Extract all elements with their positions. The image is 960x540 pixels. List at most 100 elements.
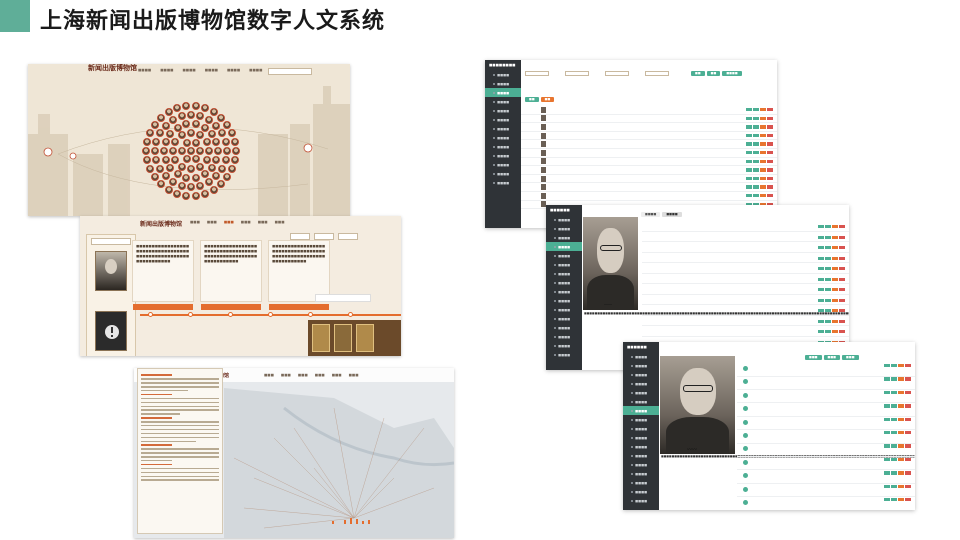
timeline-node[interactable] [268,312,273,317]
row-action-button[interactable] [884,404,890,408]
edit-button[interactable]: ■■■ [823,354,841,360]
figure-bubble[interactable] [205,147,213,155]
row-action-button[interactable] [832,298,838,302]
figure-bubble[interactable] [161,137,170,146]
sidebar-item[interactable]: ■■■■ [485,97,521,106]
row-action-button[interactable] [905,404,911,408]
table-row[interactable] [737,417,915,431]
figure-bubble[interactable] [200,123,209,132]
figure-bubble[interactable] [214,147,222,155]
sidebar-item[interactable]: ■■■■ [546,260,582,269]
figure-bubble[interactable] [173,123,182,132]
row-action-button[interactable] [905,377,911,381]
row-action-button[interactable] [898,484,904,488]
row-action-button[interactable] [832,319,838,323]
row-action-button[interactable] [746,151,752,155]
row-action-button[interactable] [898,457,904,462]
figure-bubble[interactable] [166,129,175,138]
delete-button[interactable]: ■■ [540,96,555,102]
sidebar-item[interactable]: ■■■■ [623,352,659,361]
timeline-node[interactable] [228,312,233,317]
figure-bubble[interactable] [169,147,177,155]
row-action-button[interactable] [818,235,824,239]
figure-bubble[interactable] [232,147,240,155]
filter-select[interactable] [290,233,310,240]
row-action-button[interactable] [905,417,911,421]
row-action-button[interactable] [891,484,897,488]
row-action-button[interactable] [746,125,752,129]
row-action-button[interactable] [753,194,759,198]
row-action-button[interactable] [898,377,904,381]
row-action-button[interactable] [746,168,752,172]
timeline-node[interactable] [188,312,193,317]
figure-bubble[interactable] [223,120,232,129]
export-button[interactable]: ■■■■ [722,70,742,76]
table-row[interactable] [642,255,849,264]
sidebar-item-active[interactable]: ■■■■ [485,88,521,97]
figure-bubble[interactable] [142,147,150,155]
figure-bubble[interactable] [166,164,175,173]
table-row[interactable] [642,265,849,274]
row-action-button[interactable] [839,319,845,323]
row-action-button[interactable] [818,309,824,313]
row-action-button[interactable] [767,151,773,155]
row-action-button[interactable] [760,159,766,164]
row-action-button[interactable] [760,125,766,129]
row-action-button[interactable] [818,225,824,229]
figure-bubble[interactable] [205,178,213,187]
sidebar-item[interactable]: ■■■■ [623,415,659,424]
row-action-button[interactable] [767,168,773,172]
figure-bubble[interactable] [209,185,218,194]
sidebar-item[interactable]: ■■■■ [546,323,582,332]
row-action-button[interactable] [898,498,904,502]
figure-bubble[interactable] [191,191,200,200]
sidebar-item[interactable]: ■■■■ [485,106,521,115]
nav-item[interactable]: ■■■■ [249,68,262,72]
row-action-button[interactable] [832,235,838,239]
nav-item[interactable]: ■■■ [207,220,217,224]
row-action-button[interactable] [884,364,890,368]
row-action-button[interactable] [760,108,766,112]
row-action-button[interactable] [884,377,890,381]
table-row[interactable] [521,123,777,132]
site-logo[interactable]: 新闻出版博物馆 [140,219,182,228]
sidebar-item[interactable]: ■■■■ [485,169,521,178]
figure-bubble[interactable] [187,129,195,137]
export-button[interactable]: ■■■ [842,354,859,360]
nav-item[interactable]: ■■■ [281,373,291,377]
nav-item[interactable]: ■■■ [241,220,251,224]
figure-bubble[interactable] [209,108,218,117]
figure-bubble[interactable] [218,165,227,173]
figure-bubble[interactable] [178,131,186,140]
figure-bubble[interactable] [161,156,170,165]
nav-item[interactable]: ■■■ [298,373,308,377]
table-row[interactable] [642,244,849,253]
row-action-button[interactable] [818,246,824,250]
row-action-button[interactable] [753,151,759,155]
timeline-card[interactable]: ■■■■■■■■■■■■■■■■■■■■■■■■■■■■■■■■■■■■■■■■… [200,240,262,310]
row-action-button[interactable] [891,377,897,381]
sidebar-item-active[interactable]: ■■■■ [546,242,582,251]
row-action-button[interactable] [891,471,897,475]
figure-bubble[interactable] [182,191,191,200]
table-row[interactable] [521,192,777,201]
figure-bubble[interactable] [200,170,209,179]
site-logo[interactable]: 新闻出版博物馆 [88,64,137,73]
table-row[interactable] [737,377,915,390]
row-action-button[interactable] [839,256,845,260]
figure-bubble[interactable] [202,138,211,146]
timeline-node[interactable] [308,312,313,317]
row-action-button[interactable] [753,176,759,181]
row-action-button[interactable] [898,390,904,395]
row-action-button[interactable] [898,417,904,421]
figure-bubble[interactable] [231,156,240,165]
figure-bubble[interactable] [173,170,182,179]
figure-bubble[interactable] [142,137,151,146]
figure-portrait-placeholder[interactable] [95,311,127,351]
figure-bubble[interactable] [187,183,195,191]
row-action-button[interactable] [884,431,890,435]
table-row[interactable] [737,404,915,417]
row-action-button[interactable] [767,194,773,198]
tab-active[interactable]: ■■■■ [662,211,682,217]
row-action-button[interactable] [891,364,897,368]
